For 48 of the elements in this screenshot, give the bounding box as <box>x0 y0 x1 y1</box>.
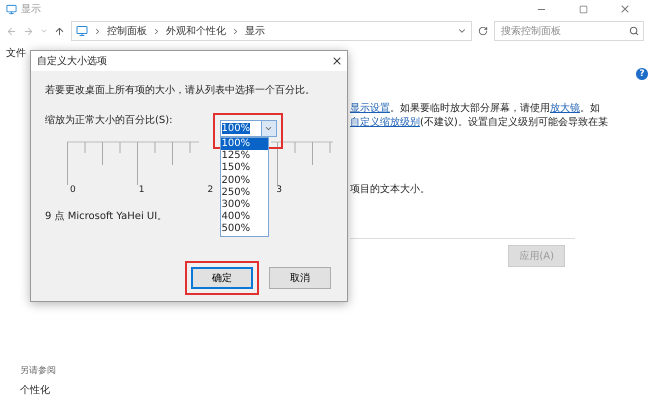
dropdown-option[interactable]: 200% <box>220 174 268 187</box>
monitor-icon <box>76 25 88 37</box>
description-text: 自定义缩放级别(不建议)。设置自定义级别可能会导致在某 <box>350 116 609 130</box>
breadcrumb[interactable]: 显示 <box>245 24 265 38</box>
dropdown-option[interactable]: 300% <box>220 198 268 212</box>
ruler-label: 0 <box>70 185 76 195</box>
search-input[interactable]: 搜索控制面板 <box>499 24 629 38</box>
close-icon[interactable] <box>331 55 343 67</box>
link[interactable]: 显示设置 <box>350 103 390 114</box>
link[interactable]: 自定义缩放级别 <box>350 117 420 128</box>
menu-item[interactable]: 文件 <box>6 46 26 62</box>
up-button[interactable] <box>54 26 65 36</box>
link[interactable]: 放大镜 <box>550 103 580 114</box>
dropdown-option[interactable]: 400% <box>220 211 268 224</box>
see-also-link[interactable]: 个性化 <box>20 383 56 397</box>
window-title: 显示 <box>21 3 41 16</box>
scale-label: 缩放为正常大小的百分比(S): <box>45 114 173 127</box>
chevron-icon <box>231 26 240 36</box>
monitor-icon <box>6 4 17 14</box>
maximize-icon[interactable] <box>578 4 588 14</box>
refresh-button[interactable] <box>478 26 488 36</box>
description-text: 显示设置。如果要临时放大部分屏幕，请使用放大镜。如 <box>350 102 601 116</box>
section-title: 另请参阅 <box>20 364 56 377</box>
scale-dropdown[interactable]: 100% <box>220 120 277 137</box>
chevron-icon <box>152 26 161 36</box>
instruction-text: 若要更改桌面上所有项的大小，请从列表中选择一个百分比。 <box>45 84 315 97</box>
dialog-title: 自定义大小选项 <box>37 54 108 68</box>
breadcrumb[interactable]: 控制面板 <box>107 24 147 38</box>
dropdown-option[interactable]: 500% <box>220 223 268 236</box>
address-bar[interactable]: 控制面板 外观和个性化 显示 <box>71 21 472 41</box>
dropdown-option[interactable]: 150% <box>220 162 268 175</box>
dropdown-option[interactable]: 100% <box>220 138 268 150</box>
description-text: 项目的文本大小。 <box>350 182 431 196</box>
ruler-label: 3 <box>276 185 282 195</box>
search-field[interactable]: 搜索控制面板 <box>494 21 644 41</box>
ruler-label: 2 <box>207 185 214 195</box>
ruler-label: 1 <box>138 185 144 195</box>
font-info-text: 9 点 Microsoft YaHei UI。 <box>45 210 168 223</box>
dialog-button[interactable]: 确定 <box>191 267 253 289</box>
ruler-drawing <box>271 141 333 185</box>
help-button[interactable]: ? <box>636 68 648 80</box>
chevron-icon[interactable] <box>264 124 274 133</box>
search-icon <box>629 26 639 36</box>
chevron-icon <box>93 26 102 36</box>
dropdown-option[interactable]: 250% <box>220 186 268 199</box>
breadcrumb[interactable]: 外观和个性化 <box>166 24 226 38</box>
dialog-button[interactable]: 取消 <box>269 267 331 289</box>
dropdown-option[interactable]: 125% <box>220 150 268 162</box>
